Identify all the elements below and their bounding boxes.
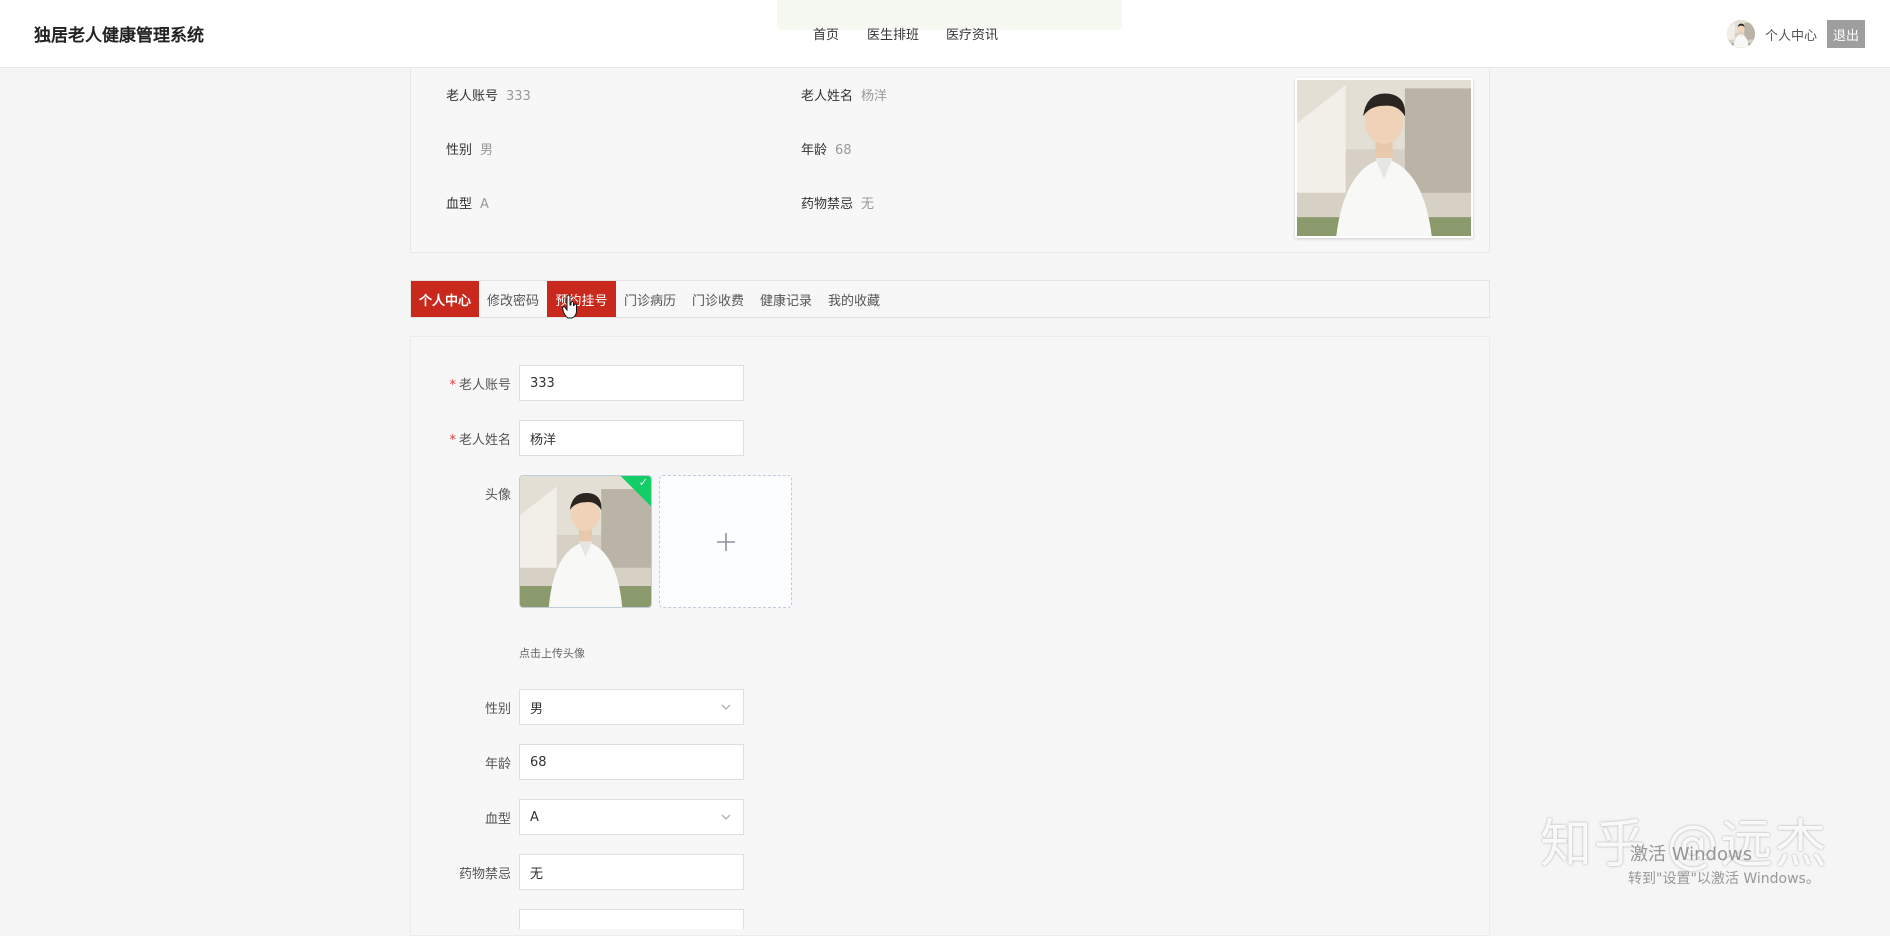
profile-info-card: 老人账号 333 老人姓名 杨洋 性别男 年龄 68 血型 A 药物禁忌无 [410, 68, 1490, 253]
name-label-text: 老人姓名 [458, 433, 511, 448]
tab-change-password[interactable]: 修改密码 [479, 281, 547, 317]
name-label: * 老人姓名 [411, 429, 511, 448]
info-value: 杨洋 [861, 89, 888, 104]
tab-outpatient-fees[interactable]: 门诊收费 [684, 281, 752, 317]
blood-type-value: A [530, 809, 539, 825]
account-label-text: 老人账号 [458, 378, 511, 393]
info-label: 性别 [446, 143, 473, 158]
name-input[interactable]: 杨洋 [519, 420, 744, 456]
info-drug-taboo: 药物禁忌无 [801, 193, 874, 212]
user-center-link[interactable]: 个人中心 [1765, 25, 1817, 44]
info-age: 年龄 68 [801, 139, 852, 158]
info-blood: 血型 A [446, 193, 489, 212]
nav-doctor-schedule[interactable]: 医生排班 [867, 24, 919, 43]
drug-taboo-input[interactable]: 无 [519, 854, 744, 890]
nav-home[interactable]: 首页 [813, 24, 839, 43]
tab-health-records[interactable]: 健康记录 [752, 281, 820, 317]
uploaded-avatar-image [520, 476, 651, 607]
age-label: 年龄 [484, 757, 511, 772]
upload-avatar-button[interactable] [659, 475, 792, 608]
age-input[interactable]: 68 [519, 744, 744, 780]
required-mark: * [449, 378, 456, 393]
info-label: 老人账号 [446, 89, 499, 104]
chevron-down-icon [721, 704, 731, 710]
profile-photo-image [1297, 80, 1471, 236]
tab-appointment[interactable]: 预约挂号 [547, 281, 616, 317]
tab-personal-center[interactable]: 个人中心 [411, 281, 479, 317]
upload-tip: 点击上传头像 [519, 647, 585, 660]
profile-form: * 老人账号 333 * 老人姓名 杨洋 头像 ✓ 点击上传头像 性别 男 年龄 6… [410, 336, 1490, 936]
nav-medical-news[interactable]: 医疗资讯 [946, 24, 998, 43]
user-area: 个人中心 退出 [1726, 18, 1865, 50]
next-field-input[interactable] [519, 909, 744, 929]
gender-value: 男 [530, 701, 544, 717]
info-name: 老人姓名 杨洋 [801, 85, 887, 104]
blood-type-select[interactable]: A [519, 799, 744, 835]
chevron-down-icon [721, 814, 731, 820]
top-header: 独居老人健康管理系统 首页 医生排班 医疗资讯 个人中心 退出 [0, 0, 1890, 68]
plus-icon [716, 532, 735, 551]
gender-select[interactable]: 男 [519, 689, 744, 725]
tab-outpatient-records[interactable]: 门诊病历 [616, 281, 684, 317]
windows-activation-title: 激活 Windows [1630, 844, 1753, 865]
avatar-image [1727, 20, 1755, 48]
logout-button[interactable]: 退出 [1826, 20, 1865, 48]
info-label: 年龄 [801, 143, 828, 158]
info-label: 血型 [446, 197, 473, 212]
avatar[interactable] [1726, 20, 1755, 48]
profile-photo [1295, 78, 1473, 238]
account-label: * 老人账号 [411, 374, 511, 393]
hand-cursor-icon [562, 295, 577, 319]
info-value: 68 [835, 143, 852, 158]
check-icon: ✓ [638, 476, 648, 489]
windows-activation-hint: 转到"设置"以激活 Windows。 [1628, 871, 1820, 887]
uploaded-avatar[interactable]: ✓ [519, 475, 652, 608]
info-label: 药物禁忌 [801, 197, 854, 212]
avatar-label: 头像 [484, 488, 511, 503]
info-value: 333 [506, 89, 531, 104]
info-label: 老人姓名 [801, 89, 854, 104]
required-mark: * [449, 433, 456, 448]
gender-label: 性别 [484, 702, 511, 717]
site-title: 独居老人健康管理系统 [34, 26, 204, 46]
info-account: 老人账号 333 [446, 85, 531, 104]
info-value: 男 [480, 143, 494, 158]
info-gender: 性别男 [446, 139, 493, 158]
blood-type-label: 血型 [484, 812, 511, 827]
tab-my-favorites[interactable]: 我的收藏 [820, 281, 888, 317]
info-value: 无 [861, 197, 875, 212]
account-input[interactable]: 333 [519, 365, 744, 401]
info-value: A [480, 197, 489, 212]
drug-taboo-label: 药物禁忌 [458, 867, 511, 882]
